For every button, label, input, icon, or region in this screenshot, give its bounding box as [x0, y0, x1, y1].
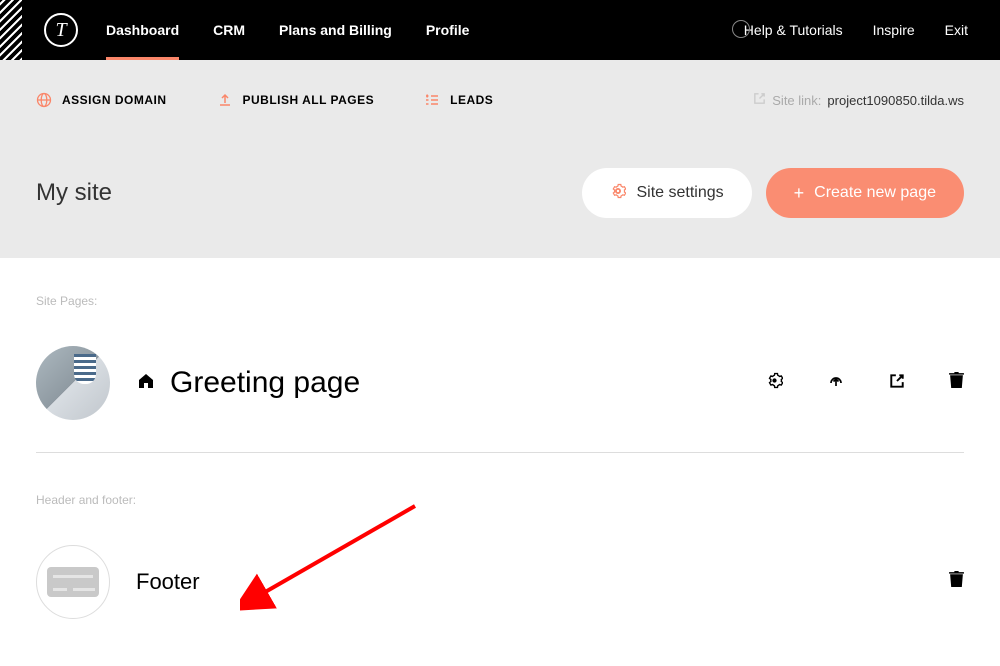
site-settings-button[interactable]: Site settings — [582, 168, 751, 218]
content-area: Site Pages: Greeting page Header and foo — [0, 258, 1000, 633]
plus-icon: + — [794, 183, 805, 204]
toolbar-row: ASSIGN DOMAIN PUBLISH ALL PAGES LEADS Si… — [36, 92, 964, 108]
site-title: My site — [36, 179, 112, 207]
create-new-page-button[interactable]: + Create new page — [766, 168, 964, 218]
publish-all-link[interactable]: PUBLISH ALL PAGES — [217, 92, 375, 108]
nav-dashboard[interactable]: Dashboard — [106, 0, 179, 60]
site-link-label: Site link: — [772, 93, 821, 108]
nav-profile[interactable]: Profile — [426, 0, 470, 60]
site-settings-label: Site settings — [636, 184, 723, 202]
main-nav: Dashboard CRM Plans and Billing Profile — [106, 0, 469, 60]
assign-domain-link[interactable]: ASSIGN DOMAIN — [36, 92, 167, 108]
divider — [36, 452, 964, 453]
header-footer-heading: Header and footer: — [36, 493, 964, 507]
home-icon — [136, 371, 156, 396]
nav-help-tutorials[interactable]: Help & Tutorials — [744, 0, 843, 60]
page-row-greeting[interactable]: Greeting page — [36, 332, 964, 434]
nav-exit[interactable]: Exit — [945, 0, 968, 60]
nav-inspire[interactable]: Inspire — [873, 0, 915, 60]
nav-help-label: Help & Tutorials — [744, 22, 843, 38]
assign-domain-label: ASSIGN DOMAIN — [62, 93, 167, 107]
page-name: Greeting page — [170, 366, 360, 400]
nav-plans-billing[interactable]: Plans and Billing — [279, 0, 392, 60]
footer-name: Footer — [136, 569, 200, 595]
site-title-row: My site Site settings + Create new page — [36, 168, 964, 218]
leads-link[interactable]: LEADS — [424, 92, 493, 108]
footer-thumbnail — [36, 545, 110, 619]
page-row-footer[interactable]: Footer — [36, 531, 964, 633]
site-pages-heading: Site Pages: — [36, 294, 964, 308]
nav-right-group: Help & Tutorials Inspire Exit — [744, 0, 968, 60]
page-name-wrap: Greeting page — [136, 366, 360, 400]
open-external-icon[interactable] — [889, 373, 905, 394]
footer-actions — [949, 571, 964, 593]
delete-icon[interactable] — [949, 571, 964, 593]
delete-icon[interactable] — [949, 372, 964, 394]
site-link[interactable]: Site link: project1090850.tilda.ws — [753, 92, 964, 108]
leads-icon — [424, 92, 440, 108]
nav-crm[interactable]: CRM — [213, 0, 245, 60]
project-toolbar-area: ASSIGN DOMAIN PUBLISH ALL PAGES LEADS Si… — [0, 60, 1000, 258]
top-navbar: T Dashboard CRM Plans and Billing Profil… — [0, 0, 1000, 60]
external-link-icon — [753, 92, 766, 108]
footer-graphic-icon — [47, 567, 99, 597]
gear-icon — [610, 183, 626, 204]
site-link-value: project1090850.tilda.ws — [827, 93, 964, 108]
help-circle-icon — [732, 20, 750, 38]
globe-icon — [36, 92, 52, 108]
page-settings-icon[interactable] — [766, 372, 783, 394]
title-buttons: Site settings + Create new page — [582, 168, 964, 218]
page-thumbnail — [36, 346, 110, 420]
upload-icon — [217, 92, 233, 108]
publish-icon[interactable] — [827, 372, 845, 395]
publish-all-label: PUBLISH ALL PAGES — [243, 93, 375, 107]
tilda-logo[interactable]: T — [44, 13, 78, 47]
leads-label: LEADS — [450, 93, 493, 107]
decorative-wave — [0, 0, 22, 60]
create-page-label: Create new page — [814, 184, 936, 202]
page-actions — [766, 372, 964, 395]
